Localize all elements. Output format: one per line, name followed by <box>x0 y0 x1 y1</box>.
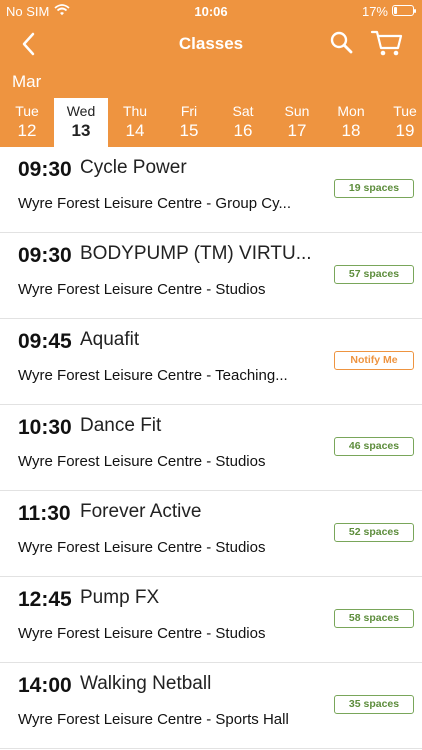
nav-bar: Classes <box>0 22 422 66</box>
day-number: 18 <box>341 121 361 140</box>
class-time: 12:45 <box>18 588 72 611</box>
day-name: Sat <box>232 103 254 119</box>
cart-button[interactable] <box>370 28 404 58</box>
day-name: Wed <box>66 103 96 119</box>
day-fri-15[interactable]: Fri 15 <box>162 98 216 147</box>
battery-icon <box>392 5 416 16</box>
day-number: 13 <box>71 121 91 140</box>
class-time: 10:30 <box>18 416 72 439</box>
status-bar: No SIM 10:06 17% <box>0 0 422 22</box>
spaces-badge[interactable]: 35 spaces <box>334 695 414 714</box>
class-row[interactable]: 09:45 Aquafit Wyre Forest Leisure Centre -… <box>0 319 422 405</box>
class-venue: Wyre Forest Leisure Centre - Studios <box>18 625 266 642</box>
day-number: 16 <box>233 121 253 140</box>
class-row[interactable]: 09:30 Cycle Power Wyre Forest Leisure Cent… <box>0 147 422 233</box>
class-name: Pump FX <box>80 587 160 608</box>
page-title: Classes <box>178 34 244 53</box>
spaces-badge[interactable]: 57 spaces <box>334 265 414 284</box>
cart-icon <box>370 30 403 56</box>
day-number: 14 <box>125 121 145 140</box>
day-thu-14[interactable]: Thu 14 <box>108 98 162 147</box>
spaces-badge[interactable]: 19 spaces <box>334 179 414 198</box>
class-venue: Wyre Forest Leisure Centre - Teaching... <box>18 367 288 384</box>
class-venue: Wyre Forest Leisure Centre - Group Cy... <box>18 195 292 212</box>
class-row[interactable]: 10:30 Dance Fit Wyre Forest Leisure Centre… <box>0 405 422 491</box>
class-time: 09:30 <box>18 158 72 181</box>
class-venue: Wyre Forest Leisure Centre - Studios <box>18 281 266 298</box>
day-strip: Tue 12 Wed 13 Thu 14 Fri 15 Sat 16 Sun 17 Mon 18 Tue 19 <box>0 98 422 147</box>
spaces-badge[interactable]: 58 spaces <box>334 609 414 628</box>
class-row[interactable]: 12:45 Pump FX Wyre Forest Leisure Centre -… <box>0 577 422 663</box>
month-label: Mar <box>12 72 42 91</box>
day-name: Thu <box>122 103 148 119</box>
day-name: Sun <box>284 103 310 119</box>
day-tue-12[interactable]: Tue 12 <box>0 98 54 147</box>
day-number: 15 <box>179 121 199 140</box>
battery-percent: 17% <box>361 4 388 19</box>
class-name: Dance Fit <box>80 415 162 436</box>
date-selector: Mar Tue 12 Wed 13 Thu 14 Fri 15 Sat 16 Sun 17 Mon 18 T… <box>0 66 422 147</box>
day-name: Fri <box>180 103 198 119</box>
class-row[interactable]: 09:30 BODYPUMP (TM) VIRTU... Wyre Forest L… <box>0 233 422 319</box>
class-venue: Wyre Forest Leisure Centre - Studios <box>18 539 266 556</box>
class-name: BODYPUMP (TM) VIRTU... <box>80 243 312 264</box>
class-row[interactable]: 11:30 Forever Active Wyre Forest Leisure C… <box>0 491 422 577</box>
class-venue: Wyre Forest Leisure Centre - Studios <box>18 453 266 470</box>
class-venue: Wyre Forest Leisure Centre - Sports Hall <box>18 711 289 728</box>
class-name: Walking Netball <box>80 673 212 694</box>
day-sun-17[interactable]: Sun 17 <box>270 98 324 147</box>
search-icon <box>330 31 353 54</box>
day-tue-19[interactable]: Tue 19 <box>378 98 422 147</box>
day-number: 17 <box>287 121 307 140</box>
status-time: 10:06 <box>194 4 228 19</box>
class-name: Aquafit <box>80 329 140 350</box>
day-wed-13[interactable]: Wed 13 <box>54 98 108 147</box>
day-number: 19 <box>395 121 415 140</box>
notify-me-button[interactable]: Notify Me <box>334 351 414 370</box>
class-time: 11:30 <box>18 502 71 525</box>
day-name: Mon <box>337 103 365 119</box>
class-list: 09:30 Cycle Power Wyre Forest Leisure Cent… <box>0 147 422 750</box>
class-row[interactable]: 14:00 Walking Netball Wyre Forest Leisure … <box>0 663 422 749</box>
class-time: 14:00 <box>18 674 72 697</box>
class-name: Cycle Power <box>80 157 187 178</box>
class-time: 09:45 <box>18 330 72 353</box>
search-button[interactable] <box>329 30 355 56</box>
spaces-badge[interactable]: 52 spaces <box>334 523 414 542</box>
class-time: 09:30 <box>18 244 72 267</box>
day-mon-18[interactable]: Mon 18 <box>324 98 378 147</box>
class-name: Forever Active <box>80 501 202 522</box>
day-sat-16[interactable]: Sat 16 <box>216 98 270 147</box>
day-number: 12 <box>17 121 37 140</box>
day-name: Tue <box>15 103 39 119</box>
day-name: Tue <box>393 103 417 119</box>
spaces-badge[interactable]: 46 spaces <box>334 437 414 456</box>
